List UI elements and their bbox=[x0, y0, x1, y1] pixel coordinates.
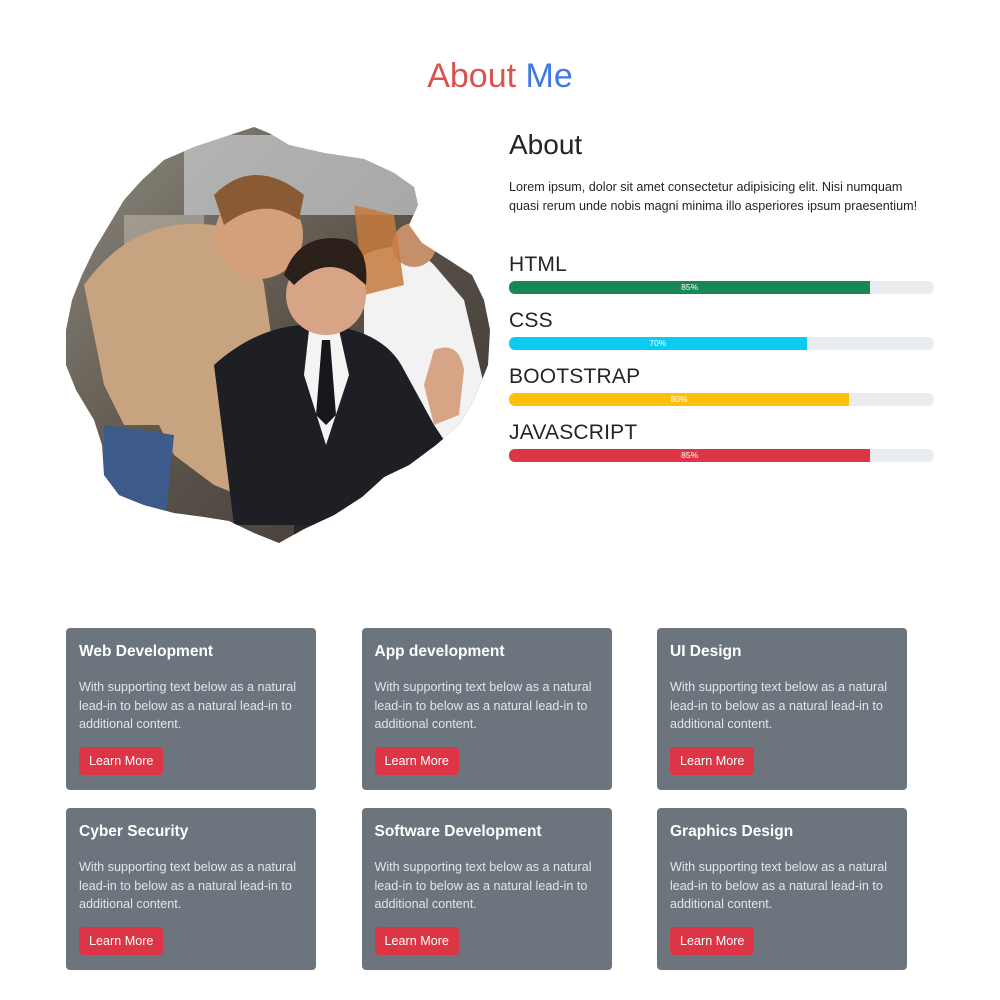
skill-progress-bar: 85% bbox=[509, 281, 871, 294]
learn-more-button[interactable]: Learn More bbox=[79, 926, 164, 955]
card-title: App development bbox=[374, 643, 505, 660]
service-card: Software Development With supporting text… bbox=[361, 808, 612, 970]
skill-progress-track: 85% bbox=[509, 281, 934, 294]
skill-bootstrap: BOOTSTRAP 80% bbox=[509, 364, 934, 406]
skill-progress-track: 70% bbox=[509, 337, 934, 350]
about-text: Lorem ipsum, dolor sit amet consectetur … bbox=[509, 180, 918, 213]
skill-name: JAVASCRIPT bbox=[509, 421, 638, 444]
card-title: Software Development bbox=[374, 823, 542, 840]
skill-name: HTML bbox=[509, 253, 567, 276]
card-title: Web Development bbox=[79, 643, 214, 660]
service-card: Web Development With supporting text belo… bbox=[66, 628, 316, 790]
about-heading: About bbox=[509, 129, 583, 160]
skill-name: CSS bbox=[509, 309, 553, 332]
about-section: About Lorem ipsum, dolor sit amet consec… bbox=[509, 128, 934, 476]
skill-javascript: JAVASCRIPT 85% bbox=[509, 420, 934, 462]
skill-progress-track: 80% bbox=[509, 393, 934, 406]
services-cards: Web Development With supporting text belo… bbox=[66, 628, 907, 970]
team-photo-icon bbox=[66, 127, 490, 543]
skill-progress-bar: 85% bbox=[509, 449, 871, 462]
learn-more-button[interactable]: Learn More bbox=[670, 926, 755, 955]
team-photo bbox=[64, 125, 492, 545]
skill-progress-bar: 80% bbox=[509, 393, 849, 406]
service-card: App development With supporting text belo… bbox=[361, 628, 612, 790]
learn-more-button[interactable]: Learn More bbox=[374, 926, 459, 955]
learn-more-button[interactable]: Learn More bbox=[79, 746, 164, 775]
card-text: With supporting text below as a natural … bbox=[79, 680, 297, 731]
page-title-word-me: Me bbox=[525, 57, 573, 95]
skill-progress-track: 85% bbox=[509, 449, 934, 462]
service-card: Graphics Design With supporting text belo… bbox=[657, 808, 907, 970]
card-text: With supporting text below as a natural … bbox=[79, 860, 297, 911]
skill-progress-bar: 70% bbox=[509, 337, 807, 350]
skill-css: CSS 70% bbox=[509, 308, 934, 350]
skill-name: BOOTSTRAP bbox=[509, 365, 641, 388]
learn-more-button[interactable]: Learn More bbox=[670, 746, 755, 775]
page-title-word-about: About bbox=[427, 57, 517, 95]
card-title: Cyber Security bbox=[79, 823, 189, 840]
card-text: With supporting text below as a natural … bbox=[374, 860, 592, 911]
card-text: With supporting text below as a natural … bbox=[374, 680, 592, 731]
service-card: UI Design With supporting text below as a… bbox=[657, 628, 907, 790]
service-card: Cyber Security With supporting text below… bbox=[66, 808, 316, 970]
page-title: About Me bbox=[0, 56, 1000, 96]
card-title: UI Design bbox=[670, 643, 742, 660]
skills-list: HTML 85% CSS 70% BOOTSTRAP 80% JAVASCRIPT 85% bbox=[509, 252, 934, 462]
card-text: With supporting text below as a natural … bbox=[670, 860, 888, 911]
card-text: With supporting text below as a natural … bbox=[670, 680, 888, 731]
card-title: Graphics Design bbox=[670, 823, 794, 840]
skill-html: HTML 85% bbox=[509, 252, 934, 294]
learn-more-button[interactable]: Learn More bbox=[374, 746, 459, 775]
